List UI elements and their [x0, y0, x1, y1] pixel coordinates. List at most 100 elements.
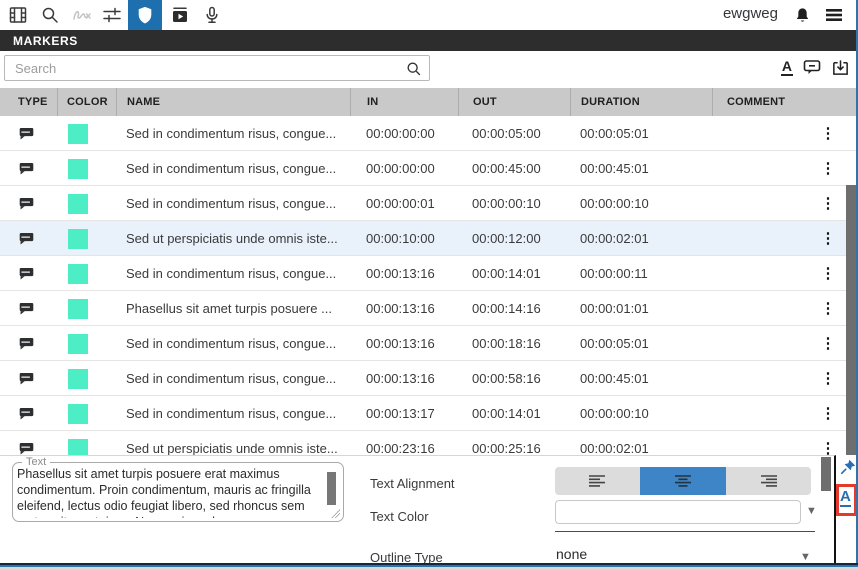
- marker-color-cell: [68, 256, 88, 291]
- markers-table-body: Sed in condimentum risus, congue... 00:0…: [0, 116, 858, 455]
- marker-duration: 00:00:45:01: [580, 151, 649, 186]
- marker-comment-cell: ⋮: [818, 221, 838, 256]
- marker-type-cell: [18, 326, 35, 361]
- row-menu-icon[interactable]: ⋮: [821, 336, 836, 351]
- marker-type-cell: [18, 116, 35, 151]
- marker-out-timecode: 00:00:05:00: [472, 116, 541, 151]
- textarea-scrollbar-thumb[interactable]: [327, 472, 336, 505]
- marker-name: Sed in condimentum risus, congue...: [126, 256, 344, 291]
- annotation-highlight-box: [836, 484, 857, 516]
- row-menu-icon[interactable]: ⋮: [821, 196, 836, 211]
- marker-comment-cell: ⋮: [818, 361, 838, 396]
- marker-name: Sed in condimentum risus, congue...: [126, 151, 344, 186]
- table-scrollbar-thumb[interactable]: [846, 185, 856, 455]
- username-label[interactable]: ewgweg: [723, 5, 778, 22]
- marker-in-timecode: 00:00:10:00: [366, 221, 435, 256]
- marker-in-timecode: 00:00:23:16: [366, 431, 435, 455]
- marker-color-swatch: [68, 369, 88, 389]
- column-header-in[interactable]: IN: [350, 88, 458, 116]
- top-toolbar: ewgweg: [0, 0, 858, 30]
- signature-button[interactable]: [66, 0, 98, 30]
- row-menu-icon[interactable]: ⋮: [821, 126, 836, 141]
- column-header-color[interactable]: COLOR: [57, 88, 116, 116]
- editor-scrollbar-thumb[interactable]: [821, 457, 831, 491]
- table-row[interactable]: Sed in condimentum risus, congue... 00:0…: [0, 361, 858, 396]
- table-row[interactable]: Sed in condimentum risus, congue... 00:0…: [0, 256, 858, 291]
- marker-in-timecode: 00:00:13:16: [366, 256, 435, 291]
- marker-name: Sed in condimentum risus, congue...: [126, 326, 344, 361]
- table-row[interactable]: Phasellus sit amet turpis posuere ... 00…: [0, 291, 858, 326]
- film-icon: [8, 5, 28, 25]
- marker-out-timecode: 00:00:14:16: [472, 291, 541, 326]
- align-center-button[interactable]: [640, 467, 725, 495]
- search-icon[interactable]: [405, 60, 423, 78]
- row-menu-icon[interactable]: ⋮: [821, 231, 836, 246]
- row-menu-icon[interactable]: ⋮: [821, 161, 836, 176]
- marker-duration: 00:00:05:01: [580, 116, 649, 151]
- align-left-button[interactable]: [555, 467, 640, 495]
- column-header-out[interactable]: OUT: [458, 88, 570, 116]
- marker-color-cell: [68, 326, 88, 361]
- row-menu-icon[interactable]: ⋮: [821, 371, 836, 386]
- marker-type-cell: [18, 291, 35, 326]
- marker-name: Sed in condimentum risus, congue...: [126, 116, 344, 151]
- microphone-button[interactable]: [196, 0, 228, 30]
- row-menu-icon[interactable]: ⋮: [821, 406, 836, 421]
- marker-color-swatch: [68, 229, 88, 249]
- marker-name: Sed in condimentum risus, congue...: [126, 361, 344, 396]
- marker-duration: 00:00:05:01: [580, 326, 649, 361]
- table-row[interactable]: Sed ut perspiciatis unde omnis iste... 0…: [0, 221, 858, 256]
- column-header-name[interactable]: NAME: [116, 88, 350, 116]
- table-row[interactable]: Sed in condimentum risus, congue... 00:0…: [0, 116, 858, 151]
- comment-marker-icon: [18, 441, 35, 456]
- menu-button[interactable]: [818, 0, 850, 30]
- row-menu-icon[interactable]: ⋮: [821, 301, 836, 316]
- text-style-icon[interactable]: A: [781, 59, 793, 76]
- marker-in-timecode: 00:00:00:00: [366, 116, 435, 151]
- textarea-resize-handle[interactable]: [331, 509, 340, 518]
- sliders-icon: [101, 5, 123, 25]
- align-left-icon: [587, 474, 609, 488]
- table-row[interactable]: Sed in condimentum risus, congue... 00:0…: [0, 396, 858, 431]
- column-header-comment[interactable]: COMMENT: [712, 88, 858, 116]
- header-actions: A: [781, 57, 850, 77]
- markers-app-window: ewgweg MARKERS A: [0, 0, 858, 570]
- table-row[interactable]: Sed in condimentum risus, congue... 00:0…: [0, 326, 858, 361]
- marker-color-swatch: [68, 124, 88, 144]
- search-input[interactable]: [5, 56, 429, 80]
- outline-type-caret-icon[interactable]: ▼: [800, 551, 811, 563]
- marker-color-cell: [68, 221, 88, 256]
- text-color-label: Text Color: [370, 509, 429, 524]
- pin-icon[interactable]: [839, 458, 857, 476]
- table-row[interactable]: Sed in condimentum risus, congue... 00:0…: [0, 186, 858, 221]
- notifications-button[interactable]: [786, 0, 818, 30]
- marker-name: Phasellus sit amet turpis posuere ...: [126, 291, 344, 326]
- marker-out-timecode: 00:00:18:16: [472, 326, 541, 361]
- text-color-caret-icon[interactable]: ▼: [806, 505, 817, 517]
- video-player-button[interactable]: [164, 0, 196, 30]
- column-header-type[interactable]: TYPE: [0, 88, 57, 116]
- marker-color-swatch: [68, 439, 88, 456]
- row-menu-icon[interactable]: ⋮: [821, 266, 836, 281]
- align-right-button[interactable]: [726, 467, 811, 495]
- table-row[interactable]: Sed in condimentum risus, congue... 00:0…: [0, 151, 858, 186]
- comment-marker-icon: [18, 301, 35, 317]
- outline-type-select[interactable]: none: [556, 546, 587, 562]
- table-row[interactable]: Sed ut perspiciatis unde omnis iste... 0…: [0, 431, 858, 455]
- import-box-icon[interactable]: [831, 58, 850, 77]
- column-header-duration[interactable]: DURATION: [570, 88, 712, 116]
- comment-dash-icon[interactable]: [802, 57, 822, 77]
- markers-tool-button[interactable]: [128, 0, 162, 30]
- marker-duration: 00:00:02:01: [580, 221, 649, 256]
- comment-marker-icon: [18, 196, 35, 212]
- marker-name: Sed ut perspiciatis unde omnis iste...: [126, 221, 344, 256]
- marker-out-timecode: 00:00:25:16: [472, 431, 541, 455]
- video-player-icon: [170, 5, 190, 25]
- search-tool-button[interactable]: [34, 0, 66, 30]
- row-menu-icon[interactable]: ⋮: [821, 441, 836, 455]
- film-button[interactable]: [2, 0, 34, 30]
- text-color-select[interactable]: [555, 500, 801, 524]
- sliders-button[interactable]: [96, 0, 128, 30]
- marker-text-input[interactable]: Phasellus sit amet turpis posuere erat m…: [17, 466, 327, 518]
- marker-in-timecode: 00:00:13:17: [366, 396, 435, 431]
